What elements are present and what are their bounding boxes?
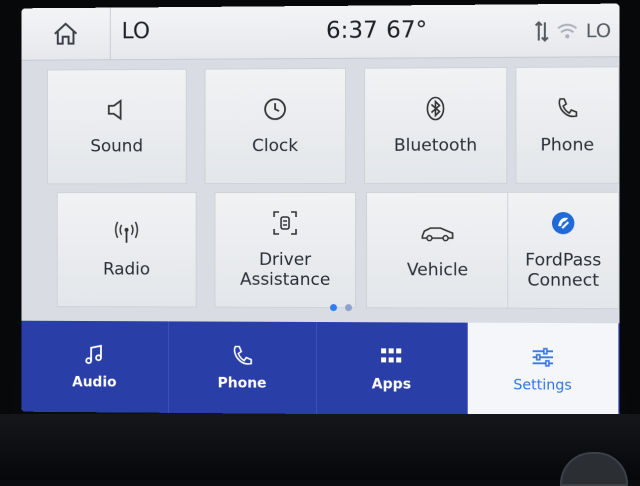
sync-screen: LO 6:37 67° LO Sound Clock Bluetooth Pho…: [22, 4, 620, 417]
clock-icon: [262, 96, 288, 122]
tile-bluetooth[interactable]: Bluetooth: [364, 67, 507, 184]
fordpass-icon: [550, 210, 576, 236]
nav-label: Phone: [218, 375, 267, 391]
nav-settings[interactable]: Settings: [467, 323, 619, 417]
dashboard-trim: [0, 414, 640, 480]
tile-label: Vehicle: [407, 260, 468, 280]
tile-radio[interactable]: Radio: [57, 192, 197, 307]
phone-icon: [554, 95, 580, 121]
sliders-icon: [530, 345, 554, 369]
apps-grid-icon: [379, 344, 403, 368]
nav-label: Apps: [372, 376, 411, 392]
sync-arrows-icon: [535, 20, 549, 42]
page-dot-active[interactable]: [330, 304, 337, 311]
tile-clock[interactable]: Clock: [205, 68, 346, 184]
home-button[interactable]: [22, 8, 111, 60]
page-dot[interactable]: [345, 304, 352, 311]
tile-label: Clock: [252, 136, 298, 156]
wifi-icon: [557, 23, 577, 39]
home-icon: [52, 21, 79, 47]
bluetooth-icon: [422, 95, 448, 121]
settings-grid: Sound Clock Bluetooth Phone Radio Driver…: [47, 66, 617, 305]
page-indicator: [330, 304, 352, 311]
phone-icon: [230, 344, 254, 368]
music-note-icon: [83, 343, 107, 367]
tile-label: Radio: [103, 260, 150, 280]
driver-temp[interactable]: LO: [122, 19, 150, 44]
nav-label: Audio: [72, 374, 116, 390]
clock-time: 6:37: [326, 18, 378, 44]
bottom-nav-bar: Audio Phone Apps Settings: [22, 321, 620, 417]
passenger-temp[interactable]: LO: [586, 20, 611, 42]
tile-label: FordPass Connect: [525, 250, 601, 291]
tile-fordpass-connect[interactable]: FordPass Connect: [507, 192, 619, 309]
driver-assist-icon: [272, 210, 298, 236]
tile-label: Driver Assistance: [240, 250, 330, 290]
radio-antenna-icon: [114, 220, 140, 246]
tile-label: Sound: [90, 136, 143, 156]
tile-label: Bluetooth: [394, 136, 477, 156]
tile-phone[interactable]: Phone: [515, 66, 619, 183]
nav-phone[interactable]: Phone: [168, 321, 317, 414]
nav-apps[interactable]: Apps: [317, 322, 467, 415]
tile-vehicle[interactable]: Vehicle: [366, 192, 509, 309]
status-bar: LO 6:37 67° LO: [22, 4, 620, 61]
car-icon: [420, 220, 454, 246]
tile-label: Phone: [540, 135, 594, 155]
tile-driver-assistance[interactable]: Driver Assistance: [214, 192, 356, 308]
outside-temperature: 67°: [386, 17, 427, 43]
status-icons: LO: [535, 20, 611, 43]
speaker-icon: [104, 97, 130, 123]
tile-sound[interactable]: Sound: [47, 69, 187, 185]
nav-audio[interactable]: Audio: [22, 321, 169, 413]
nav-label: Settings: [513, 377, 571, 394]
